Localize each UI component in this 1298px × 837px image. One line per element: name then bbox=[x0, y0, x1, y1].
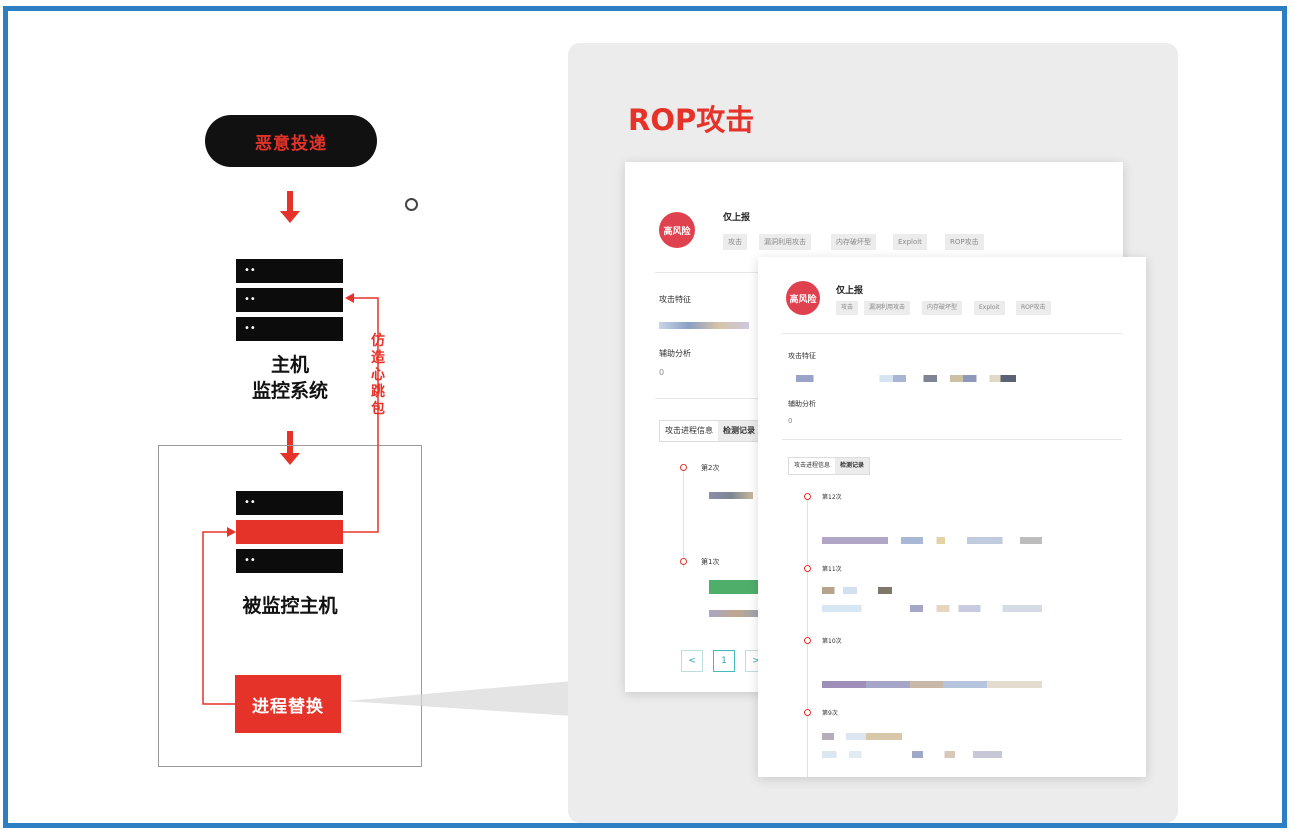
timeline-entry: 第9次 bbox=[822, 710, 838, 717]
tag: 内存破坏型 bbox=[831, 234, 876, 250]
entry-blur bbox=[822, 537, 1042, 544]
feature-blur bbox=[796, 375, 1016, 382]
tag: 内存破坏型 bbox=[922, 301, 963, 315]
feature-label: 攻击特征 bbox=[659, 295, 691, 304]
tag: ROP攻击 bbox=[1016, 301, 1051, 315]
tab-detection-record[interactable]: 检测记录 bbox=[835, 458, 870, 474]
avatar: 高风险 bbox=[786, 281, 820, 315]
tabs: 攻击进程信息 检测记录 bbox=[788, 457, 871, 475]
pagination-prev[interactable]: < bbox=[681, 650, 703, 672]
panel-title: ROP攻击 bbox=[628, 103, 755, 137]
tab-detection-record[interactable]: 检测记录 bbox=[718, 421, 760, 441]
entry-blur bbox=[822, 733, 902, 740]
heartbeat-char: 仿 bbox=[371, 333, 385, 349]
aux-label: 辅助分析 bbox=[788, 400, 816, 408]
timeline-entry: 第12次 bbox=[822, 494, 842, 501]
entry-blur bbox=[822, 587, 892, 594]
timeline-dot bbox=[804, 493, 811, 500]
heartbeat-arrowhead bbox=[345, 293, 354, 303]
timeline-dot bbox=[804, 565, 811, 572]
tab-process-info[interactable]: 攻击进程信息 bbox=[660, 421, 718, 441]
circle-marker-icon bbox=[405, 198, 418, 211]
callout-pointer bbox=[346, 681, 573, 716]
tag: 攻击 bbox=[723, 234, 747, 250]
diagram-frame: 恶意投递 •• •• •• 主机 监控系统 •• •• 被监控主机 进程替换 仿… bbox=[3, 6, 1287, 828]
tag: ROP攻击 bbox=[945, 234, 984, 250]
heartbeat-char: 造 bbox=[371, 350, 385, 366]
entry-blur bbox=[822, 681, 1042, 688]
heartbeat-char: 心 bbox=[371, 367, 385, 383]
timeline-dot bbox=[680, 558, 687, 565]
timeline-entry: 第11次 bbox=[822, 566, 842, 573]
timeline-entry: 第1次 bbox=[701, 558, 720, 566]
feature-blur bbox=[659, 322, 749, 329]
divider bbox=[782, 333, 1122, 334]
tab-process-info[interactable]: 攻击进程信息 bbox=[789, 458, 835, 474]
timeline-line bbox=[683, 468, 684, 568]
tag: 攻击 bbox=[836, 301, 859, 315]
heartbeat-char: 包 bbox=[371, 401, 385, 417]
divider bbox=[782, 439, 1122, 440]
aux-value: 0 bbox=[659, 368, 665, 377]
avatar: 高风险 bbox=[659, 212, 695, 248]
timeline-entry: 第2次 bbox=[701, 464, 720, 472]
aux-value: 0 bbox=[788, 417, 793, 425]
feature-label: 攻击特征 bbox=[788, 352, 816, 360]
heartbeat-char: 跳 bbox=[371, 384, 385, 400]
entry-blur bbox=[709, 610, 763, 617]
tag: 漏洞利用攻击 bbox=[864, 301, 911, 315]
timeline-dot bbox=[680, 464, 687, 471]
user-name: 仅上报 bbox=[836, 286, 864, 296]
process-connector bbox=[202, 531, 235, 705]
pagination-page[interactable]: 1 bbox=[713, 650, 735, 672]
entry-blur bbox=[709, 492, 753, 499]
entry-blur bbox=[822, 605, 1042, 612]
timeline-entry: 第10次 bbox=[822, 638, 842, 645]
tag: Exploit bbox=[893, 234, 927, 250]
timeline-dot bbox=[804, 637, 811, 644]
timeline-dot bbox=[804, 709, 811, 716]
front-card: 高风险 仅上报 攻击 漏洞利用攻击 内存破坏型 Exploit ROP攻击 攻击… bbox=[758, 257, 1146, 777]
user-name: 仅上报 bbox=[723, 213, 751, 223]
tag: Exploit bbox=[974, 301, 1005, 315]
entry-blur bbox=[822, 751, 1002, 758]
tag: 漏洞利用攻击 bbox=[759, 234, 811, 250]
process-arrowhead bbox=[227, 527, 236, 537]
aux-label: 辅助分析 bbox=[659, 349, 691, 358]
tabs: 攻击进程信息 检测记录 bbox=[659, 420, 761, 442]
